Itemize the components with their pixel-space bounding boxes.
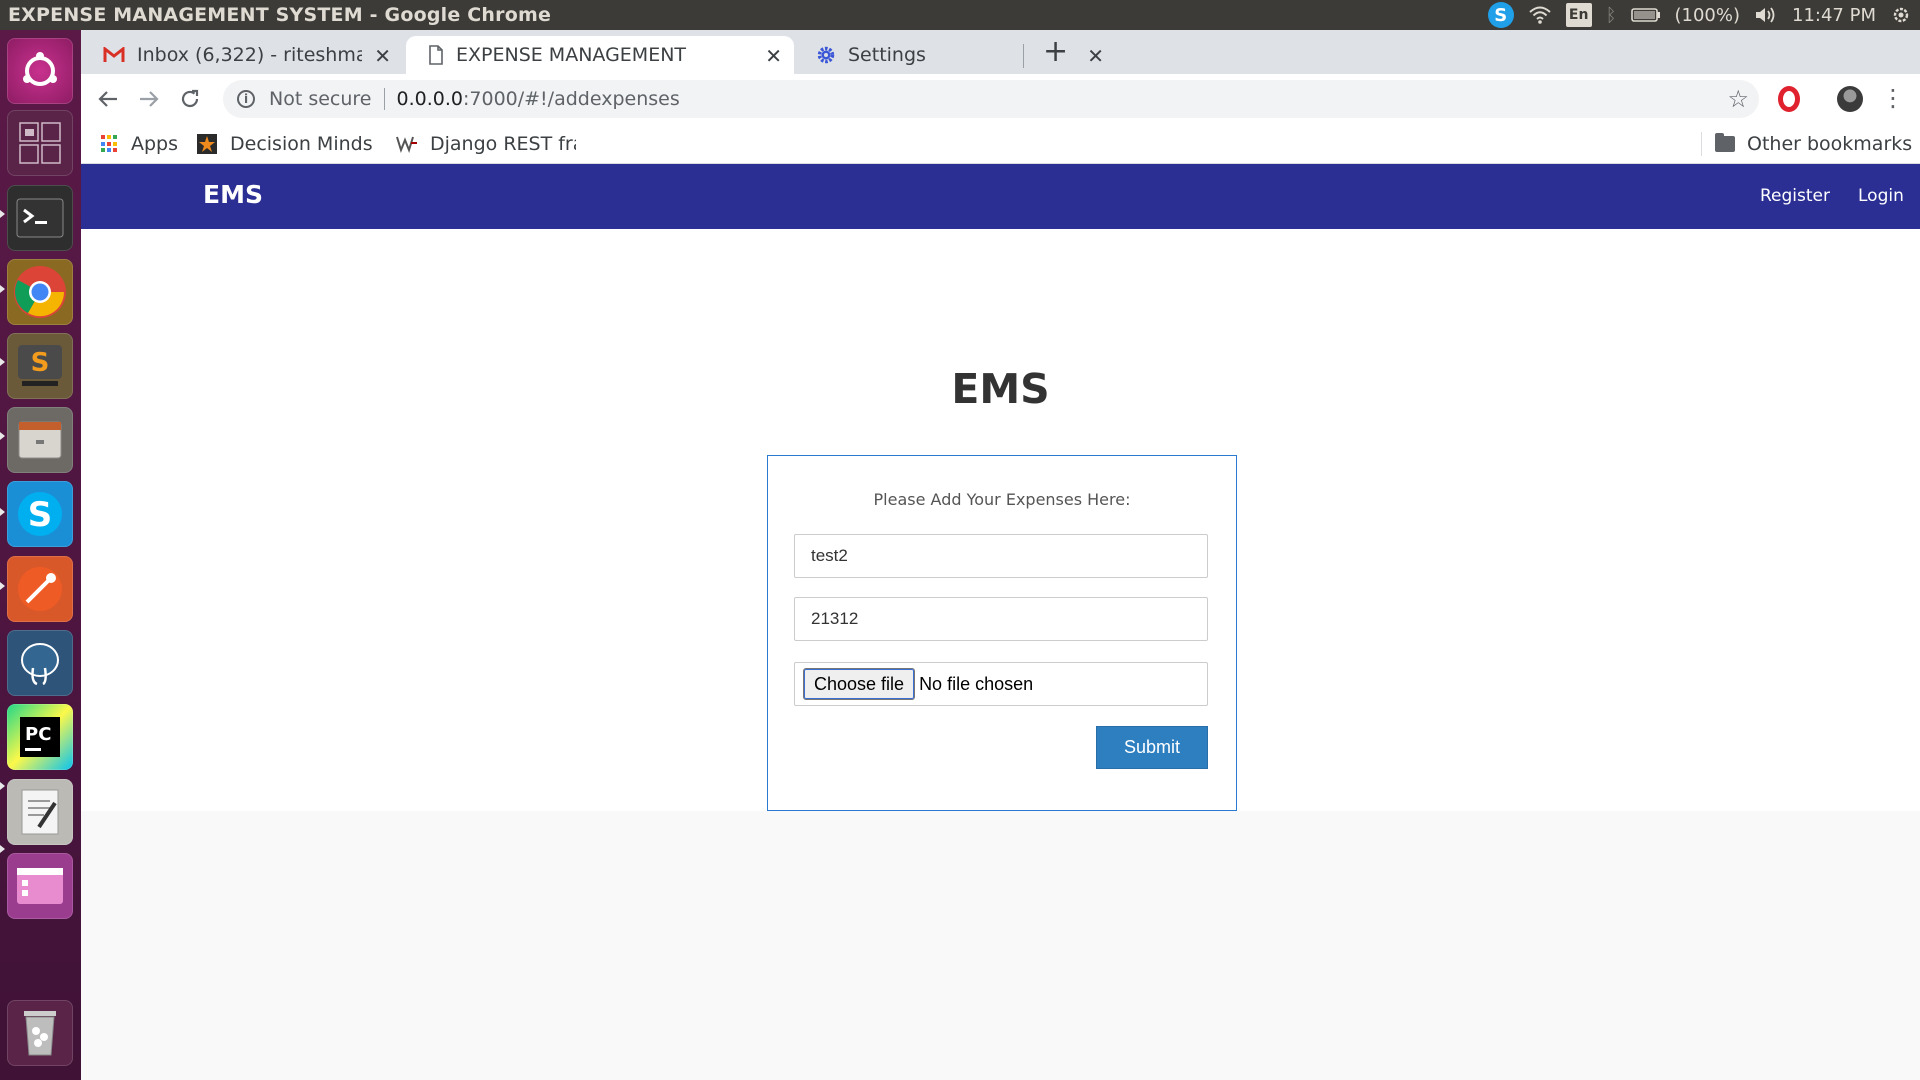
page-icon xyxy=(429,45,443,65)
power-gear-icon[interactable] xyxy=(1890,4,1912,26)
postman-icon[interactable] xyxy=(7,556,73,622)
bookmark-label: Other bookmarks xyxy=(1747,133,1913,155)
pycharm-icon[interactable]: PC xyxy=(7,704,73,770)
django-rest-icon xyxy=(396,136,417,153)
close-icon[interactable]: ✕ xyxy=(1087,44,1104,68)
login-link[interactable]: Login xyxy=(1858,186,1904,206)
running-indicator xyxy=(0,210,5,218)
bookmarks-divider xyxy=(1701,132,1702,156)
close-icon[interactable]: ✕ xyxy=(765,44,782,68)
bookmark-other[interactable]: Other bookmarks xyxy=(1715,130,1912,158)
forward-arrow-icon xyxy=(140,91,159,107)
back-arrow-icon xyxy=(98,91,117,107)
skype-icon[interactable]: S xyxy=(7,481,73,547)
bookmark-label: Django REST fra xyxy=(430,133,576,155)
bookmark-django-rest[interactable]: Django REST fra xyxy=(396,130,576,158)
svg-text:S: S xyxy=(31,348,50,378)
app-launcher: S S PC xyxy=(0,30,81,1080)
clock[interactable]: 11:47 PM xyxy=(1792,5,1876,26)
svg-text:S: S xyxy=(28,495,53,535)
info-icon[interactable]: i xyxy=(237,90,255,108)
main-content: EMS Please Add Your Expenses Here: test2… xyxy=(81,229,1920,811)
svg-text:PC: PC xyxy=(25,724,51,745)
running-indicator xyxy=(0,782,5,790)
bookmarks-bar: Apps Decision Minds E Django REST fra Ot… xyxy=(81,124,1920,164)
running-indicator xyxy=(0,845,5,853)
expense-amount-value: 21312 xyxy=(811,609,859,628)
gear-icon xyxy=(817,46,835,64)
reload-button[interactable] xyxy=(175,84,205,114)
app-window-icon[interactable] xyxy=(7,853,73,919)
profile-avatar[interactable] xyxy=(1837,86,1863,112)
security-status[interactable]: Not secure xyxy=(269,88,372,110)
tab-title: Settings xyxy=(848,44,926,66)
bookmark-apps[interactable]: Apps xyxy=(101,130,178,158)
site-brand[interactable]: EMS xyxy=(203,180,263,209)
battery-icon[interactable] xyxy=(1630,7,1661,23)
add-expense-form: Please Add Your Expenses Here: test2 213… xyxy=(767,455,1237,811)
file-upload-input: Choose file No file chosen xyxy=(794,662,1208,706)
bookmark-label: Decision Minds E xyxy=(230,133,376,155)
running-indicator xyxy=(0,432,5,440)
tab-gmail[interactable]: Inbox (6,322) - riteshmaha ✕ xyxy=(81,36,403,74)
skype-tray-icon[interactable]: S xyxy=(1487,2,1514,28)
choose-file-button[interactable]: Choose file xyxy=(803,668,916,700)
expense-amount-input[interactable]: 21312 xyxy=(794,597,1208,641)
browser-tab-strip: Inbox (6,322) - riteshmaha ✕ EXPENSE MAN… xyxy=(81,30,1920,74)
expense-name-value: test2 xyxy=(811,546,848,565)
running-indicator xyxy=(0,582,5,590)
trash-icon[interactable] xyxy=(7,1000,73,1066)
back-button[interactable] xyxy=(93,84,123,114)
keyboard-layout-indicator[interactable]: En xyxy=(1565,3,1592,27)
battery-percent: (100%) xyxy=(1674,4,1741,26)
site-navbar: EMS Register Login xyxy=(81,164,1920,229)
new-tab-button[interactable]: + xyxy=(1043,34,1068,69)
decision-minds-icon xyxy=(197,134,217,154)
running-indicator xyxy=(0,358,5,366)
os-top-panel: EXPENSE MANAGEMENT SYSTEM - Google Chrom… xyxy=(0,0,1920,30)
ubuntu-dash-icon[interactable] xyxy=(7,38,73,104)
pgadmin-icon[interactable] xyxy=(7,630,73,696)
chrome-icon[interactable] xyxy=(7,259,73,325)
tab-expense-management[interactable]: EXPENSE MANAGEMENT ✕ xyxy=(406,36,794,74)
gmail-icon xyxy=(103,47,125,62)
window-title: EXPENSE MANAGEMENT SYSTEM - Google Chrom… xyxy=(8,4,552,26)
tab-divider xyxy=(1023,44,1024,68)
bluetooth-icon[interactable]: ᛒ xyxy=(1606,5,1617,26)
tab-title: Inbox (6,322) - riteshmaha xyxy=(137,44,362,66)
apps-grid-icon xyxy=(101,135,119,153)
file-status: No file chosen xyxy=(919,673,1034,694)
running-indicator xyxy=(0,285,5,293)
forward-button[interactable] xyxy=(134,84,164,114)
system-tray: S En ᛒ (100%) 11:47 PM xyxy=(1487,0,1920,30)
reload-icon xyxy=(181,89,199,108)
volume-icon[interactable] xyxy=(1754,5,1778,25)
sublime-text-icon[interactable]: S xyxy=(7,333,73,399)
running-indicator xyxy=(0,508,5,516)
text-editor-icon[interactable] xyxy=(7,779,73,845)
terminal-icon[interactable] xyxy=(7,185,73,251)
form-title: Please Add Your Expenses Here: xyxy=(873,490,1131,509)
wifi-icon[interactable] xyxy=(1528,5,1552,25)
files-icon[interactable] xyxy=(7,407,73,473)
submit-button[interactable]: Submit xyxy=(1096,726,1208,769)
web-page: EMS Register Login EMS Please Add Your E… xyxy=(81,164,1920,1080)
bookmark-label: Apps xyxy=(131,133,179,155)
tab-title: EXPENSE MANAGEMENT xyxy=(456,44,687,66)
address-bar[interactable]: i Not secure 0.0.0.0:7000/#!/addexpenses… xyxy=(223,80,1759,118)
omnibox-divider xyxy=(383,88,385,110)
bookmark-decision-minds[interactable]: Decision Minds E xyxy=(196,130,376,158)
url-path: :7000/#!/addexpenses xyxy=(462,88,680,110)
workspace-switcher-icon[interactable] xyxy=(7,110,73,176)
page-title: EMS xyxy=(951,365,1050,413)
bookmark-star-icon[interactable]: ☆ xyxy=(1727,85,1749,113)
browser-toolbar: i Not secure 0.0.0.0:7000/#!/addexpenses… xyxy=(81,74,1920,124)
close-icon[interactable]: ✕ xyxy=(374,44,391,68)
menu-kebab-icon[interactable]: ⋮ xyxy=(1881,84,1905,112)
url-host: 0.0.0.0 xyxy=(396,88,463,110)
expense-name-input[interactable]: test2 xyxy=(794,534,1208,578)
folder-icon xyxy=(1715,133,1735,152)
register-link[interactable]: Register xyxy=(1760,186,1830,206)
opera-extension-icon[interactable] xyxy=(1778,86,1800,112)
